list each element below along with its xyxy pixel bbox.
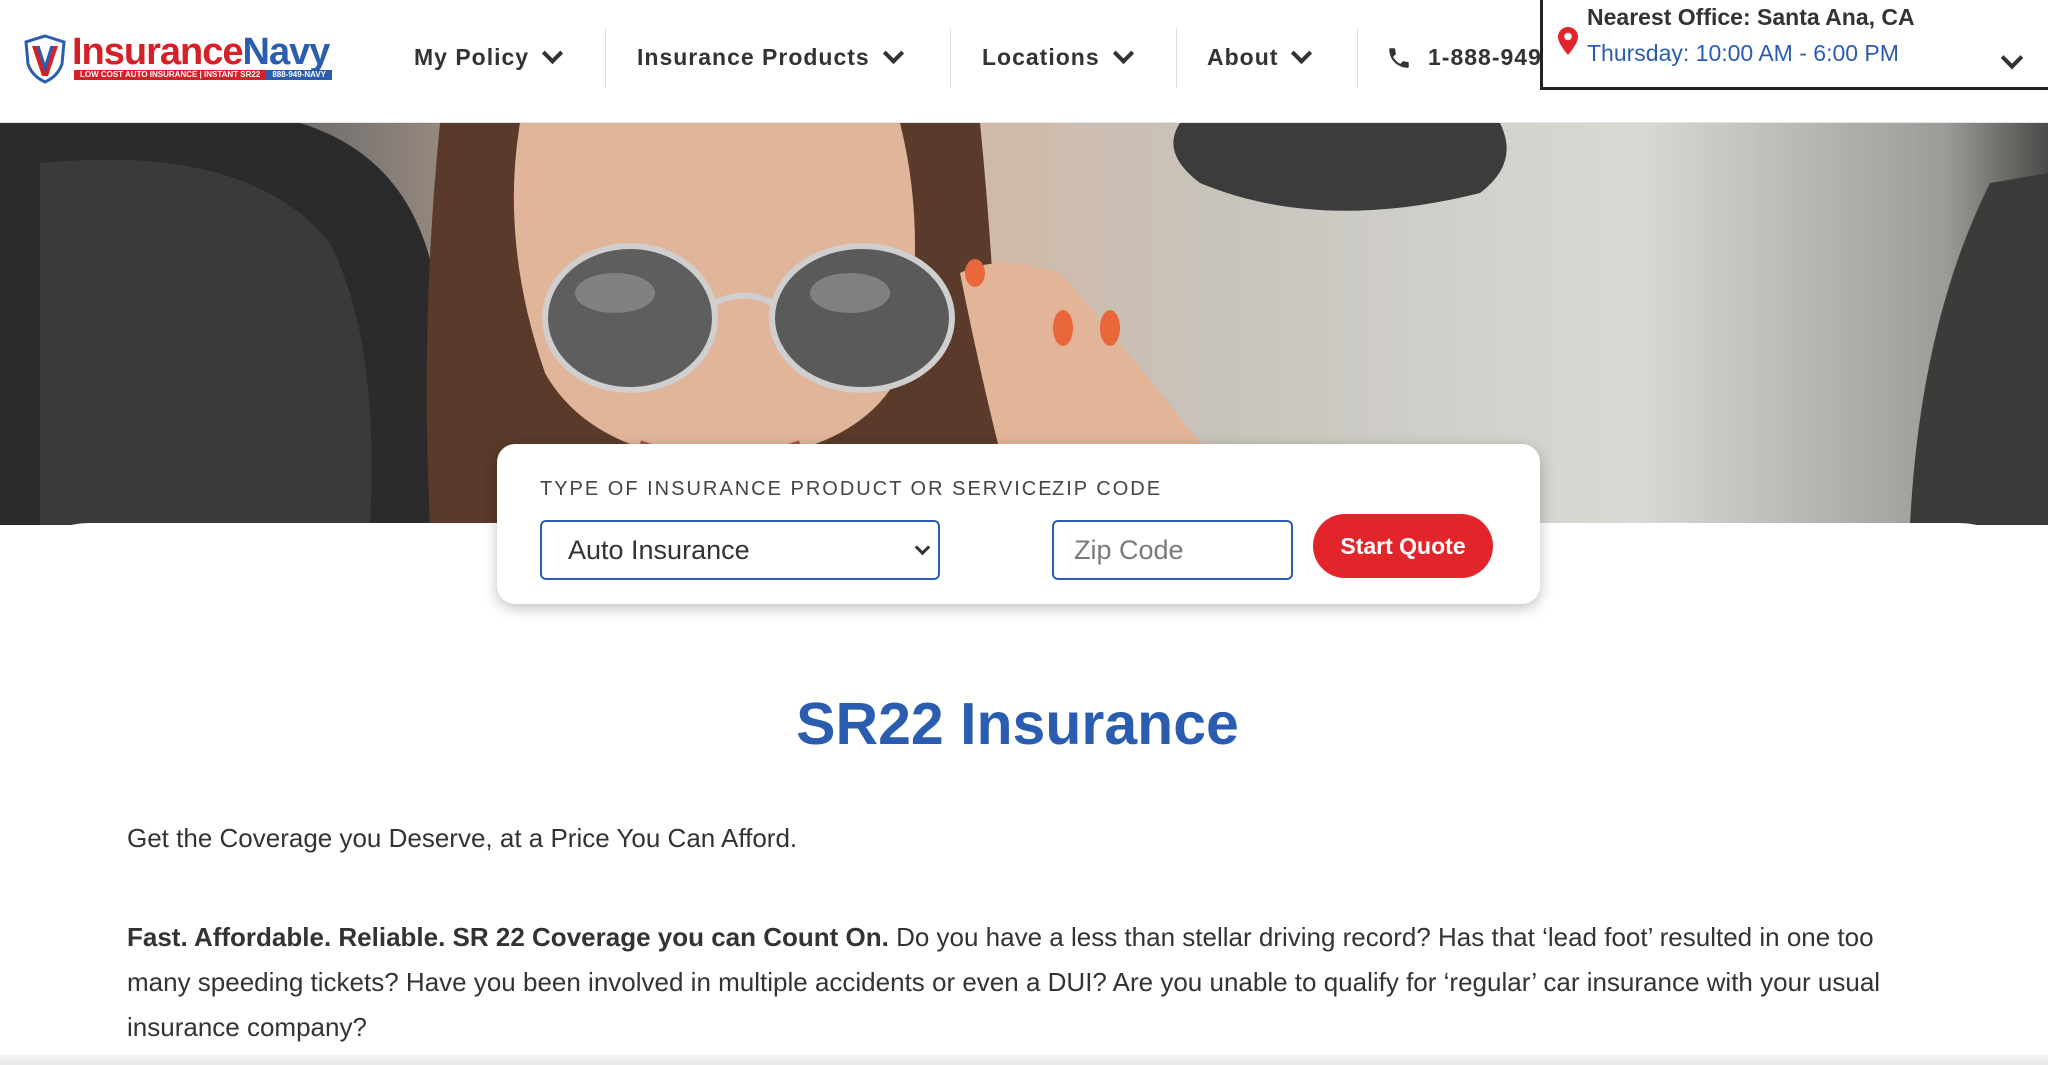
paragraph-lead: Fast. Affordable. Reliable. SR 22 Covera…	[127, 922, 889, 952]
nav-insurance-products[interactable]: Insurance Products	[637, 0, 904, 115]
nav-label: About	[1207, 44, 1279, 70]
nav-divider	[950, 28, 951, 88]
office-hours: Thursday: 10:00 AM - 6:00 PM	[1587, 40, 1899, 66]
phone-icon	[1389, 47, 1409, 68]
nav-divider	[1176, 28, 1177, 88]
map-pin-icon	[1558, 27, 1578, 55]
logo-tagline-blue: 888-949-NAVY	[266, 70, 332, 80]
insurance-type-value: Auto Insurance	[568, 534, 750, 565]
nearest-office-dropdown[interactable]: Nearest Office: Santa Ana, CA Thursday: …	[1540, 0, 2048, 90]
logo-wordmark: InsuranceNavy	[72, 30, 331, 74]
insurance-navy-logo[interactable]: InsuranceNavy LOW COST AUTO INSURANCE | …	[24, 30, 344, 86]
nav-label: Locations	[982, 44, 1100, 70]
logo-tagline: LOW COST AUTO INSURANCE | INSTANT SR22 8…	[74, 70, 332, 80]
chevron-down-icon	[914, 539, 931, 556]
start-quote-button[interactable]: Start Quote	[1313, 514, 1493, 578]
nav-label: Insurance Products	[637, 44, 870, 70]
zip-code-label: ZIP CODE	[1052, 478, 1163, 500]
nav-locations[interactable]: Locations	[982, 0, 1134, 115]
logo-word-insurance: Insurance	[72, 31, 244, 73]
chevron-down-icon	[1112, 42, 1134, 65]
nav-about[interactable]: About	[1207, 0, 1313, 115]
nav-my-policy[interactable]: My Policy	[414, 0, 564, 115]
shield-logo-icon	[24, 34, 66, 84]
insurance-type-label: TYPE OF INSURANCE PRODUCT OR SERVICE	[540, 478, 1054, 500]
nav-divider	[605, 28, 606, 88]
office-title: Nearest Office: Santa Ana, CA	[1587, 4, 1915, 30]
chevron-down-icon	[2000, 46, 2024, 70]
site-header: InsuranceNavy LOW COST AUTO INSURANCE | …	[0, 0, 2048, 123]
intro-text: Get the Coverage you Deserve, at a Price…	[127, 823, 798, 853]
logo-tagline-red: LOW COST AUTO INSURANCE | INSTANT SR22	[74, 70, 267, 80]
nav-label: My Policy	[414, 44, 530, 70]
page-bottom-fade	[0, 1055, 2048, 1065]
chevron-down-icon	[882, 42, 904, 65]
page-title: SR22 Insurance	[796, 691, 1239, 757]
nav-divider	[1357, 28, 1358, 88]
phone-link[interactable]: 1-888-949	[1386, 0, 1542, 115]
body-paragraph: Fast. Affordable. Reliable. SR 22 Covera…	[127, 915, 1927, 1050]
chevron-down-icon	[542, 42, 564, 65]
quote-form: TYPE OF INSURANCE PRODUCT OR SERVICE ZIP…	[497, 444, 1540, 604]
phone-number: 1-888-949	[1428, 44, 1542, 70]
logo-word-navy: Navy	[242, 31, 331, 73]
chevron-down-icon	[1291, 42, 1313, 65]
zip-code-input[interactable]	[1052, 520, 1293, 580]
insurance-type-select[interactable]: Auto Insurance	[540, 520, 940, 580]
